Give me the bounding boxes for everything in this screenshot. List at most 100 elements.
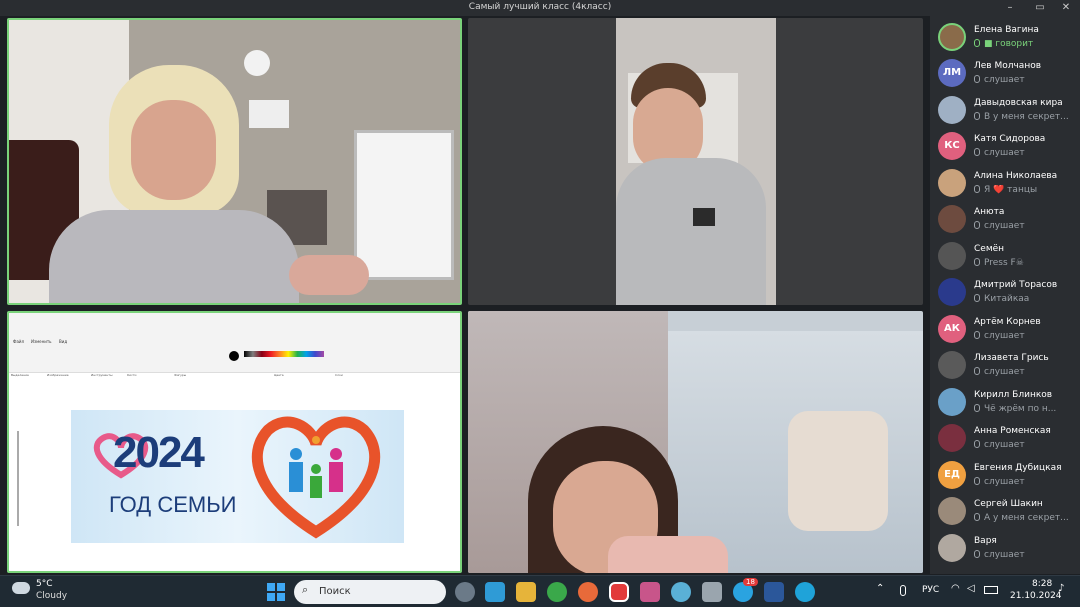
participant-name: Сергей Шакин (974, 499, 1043, 509)
word-icon[interactable] (764, 582, 784, 602)
paint-zoom-slider[interactable] (17, 431, 19, 526)
mic-muted-icon (974, 440, 980, 448)
torrent-app-icon[interactable] (547, 582, 567, 602)
paint-menu-file[interactable]: Файл (13, 339, 24, 344)
participant-status: слушает (974, 75, 1074, 85)
participant-status: слушает (974, 221, 1074, 231)
avatar (938, 497, 966, 525)
video-tile-teacher[interactable] (7, 18, 462, 305)
participant-item[interactable]: Анюта слушает (936, 202, 1076, 238)
minimize-button[interactable]: – (996, 0, 1024, 16)
cloud-icon (12, 582, 30, 594)
taskbar: 5°C Cloudy ⌕ Поиск 18 ⌃ РУС ◠ ◁ 8:28 21.… (0, 575, 1080, 607)
video-tile-student-2[interactable] (468, 311, 923, 573)
settings-gear-icon[interactable] (455, 582, 475, 602)
avatar: КС (938, 132, 966, 160)
participant-item[interactable]: АК Артём Корнев слушает (936, 312, 1076, 348)
participant-status: Я ❤️ танцы (974, 185, 1074, 195)
participant-name: Катя Сидорова (974, 134, 1046, 144)
paint-menu-view[interactable]: Вид (59, 339, 67, 344)
desktop-app-icon[interactable] (485, 582, 505, 602)
participant-status: А у меня секрет... (974, 513, 1074, 523)
avatar (938, 351, 966, 379)
participant-name: Кирилл Блинков (974, 390, 1053, 400)
paint-group-brushes: Кисти (127, 373, 137, 377)
participant-name: Семён (974, 244, 1005, 254)
windows-start-icon[interactable] (266, 582, 286, 602)
participant-item[interactable]: Лизавета Грись слушает (936, 348, 1076, 384)
avatar: АК (938, 315, 966, 343)
yandex-browser-icon[interactable] (609, 582, 629, 602)
file-explorer-icon[interactable] (516, 582, 536, 602)
mic-muted-icon (974, 404, 980, 412)
participant-item[interactable]: Варя слушает (936, 531, 1076, 567)
language-indicator[interactable]: РУС (922, 585, 939, 595)
avatar (938, 278, 966, 306)
participant-item[interactable]: Сергей Шакин А у меня секрет... (936, 494, 1076, 530)
color-palette[interactable] (244, 351, 324, 357)
current-color-swatch[interactable] (229, 351, 239, 361)
participant-status: слушает (974, 440, 1074, 450)
close-button[interactable]: ✕ (1052, 0, 1080, 16)
telegram-icon[interactable]: 18 (733, 578, 758, 602)
search-icon: ⌕ (302, 583, 309, 596)
wifi-icon[interactable]: ◠ (951, 583, 960, 594)
participant-name: Артём Корнев (974, 317, 1041, 327)
participant-item[interactable]: Давыдовская кира В у меня секрет... (936, 93, 1076, 129)
avatar: ЕД (938, 461, 966, 489)
clock-date[interactable]: 21.10.2024 (1010, 591, 1062, 601)
volume-icon[interactable]: ◁ (967, 583, 975, 594)
avatar (938, 23, 966, 51)
weather-temp[interactable]: 5°C (36, 579, 53, 589)
mic-muted-icon (974, 294, 980, 302)
telegram-unread-badge: 18 (743, 578, 758, 586)
participant-status: слушает (974, 550, 1074, 560)
participant-name: Давыдовская кира (974, 98, 1063, 108)
paint-menu-edit[interactable]: Изменить (31, 339, 52, 344)
mic-muted-icon (974, 331, 980, 339)
participant-item[interactable]: КС Катя Сидорова слушает (936, 129, 1076, 165)
maximize-button[interactable]: ▭ (1026, 0, 1054, 16)
participant-name: Дмитрий Торасов (974, 280, 1058, 290)
mic-muted-icon (974, 367, 980, 375)
participant-item[interactable]: Алина Николаева Я ❤️ танцы (936, 166, 1076, 202)
edge-browser-icon[interactable] (795, 582, 815, 602)
participant-name: Анна Роменская (974, 426, 1051, 436)
banner-year: 2024 (113, 428, 205, 477)
browser-app-icon[interactable] (578, 582, 598, 602)
screen-share-paint[interactable]: Файл Изменить Вид Выделение Изображение … (7, 311, 462, 573)
family-heart-logo (251, 416, 381, 539)
avatar: ЛМ (938, 59, 966, 87)
participant-status: слушает (974, 331, 1074, 341)
mic-muted-icon (974, 477, 980, 485)
participant-item[interactable]: ЕД Евгения Дубицкая слушает (936, 458, 1076, 494)
participant-item[interactable]: Елена Вагина ■ говорит (936, 20, 1076, 56)
printer-app-icon[interactable] (702, 582, 722, 602)
store-app-icon[interactable] (671, 582, 691, 602)
participant-name: Алина Николаева (974, 171, 1058, 181)
mic-muted-icon (974, 185, 980, 193)
participant-name: Лев Молчанов (974, 61, 1042, 71)
chevron-up-icon[interactable]: ⌃ (876, 583, 884, 594)
participant-item[interactable]: Дмитрий Торасов Китайкаа (936, 275, 1076, 311)
family-year-banner: 2024 ГОД СЕМЬИ (71, 410, 404, 543)
paint-group-colors: Цвета (274, 373, 284, 377)
battery-icon[interactable] (984, 586, 998, 594)
participant-item[interactable]: Кирилл Блинков Чё жрём по н... (936, 385, 1076, 421)
participant-status: Китайкаа (974, 294, 1074, 304)
participant-item[interactable]: Семён Press F☠ (936, 239, 1076, 275)
participant-item[interactable]: Анна Роменская слушает (936, 421, 1076, 457)
bell-icon[interactable]: ♪ (1058, 583, 1064, 594)
mic-muted-icon (974, 550, 980, 558)
microphone-icon[interactable] (900, 585, 906, 596)
weather-desc[interactable]: Cloudy (36, 591, 67, 601)
participant-item[interactable]: ЛМ Лев Молчанов слушает (936, 56, 1076, 92)
mic-on-icon (974, 39, 980, 47)
clock-time[interactable]: 8:28 (1032, 579, 1052, 589)
search-box[interactable]: ⌕ Поиск (294, 580, 446, 604)
avatar (938, 169, 966, 197)
paint-group-shapes: Фигуры (174, 373, 187, 377)
avatar (938, 242, 966, 270)
game-app-icon[interactable] (640, 582, 660, 602)
video-tile-student-1[interactable] (468, 18, 923, 305)
